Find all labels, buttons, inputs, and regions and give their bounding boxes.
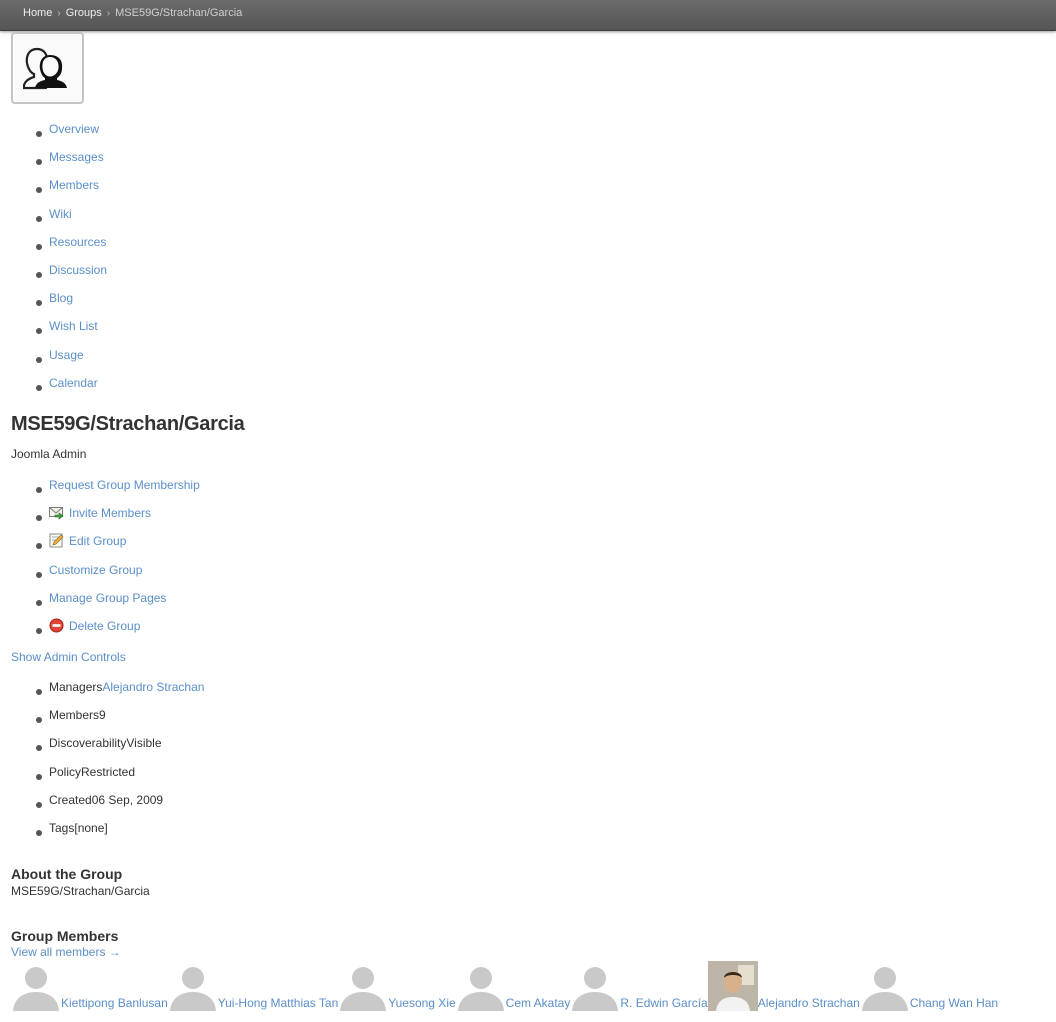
default-avatar-icon[interactable] (860, 961, 910, 1011)
meta-discoverability-label: Discoverability (49, 736, 127, 751)
nav-link-blog[interactable]: Blog (49, 291, 73, 305)
nav-item-discussion: Discussion (35, 261, 107, 289)
nav-item-resources: Resources (35, 233, 107, 261)
nav-item-usage: Usage (35, 346, 107, 374)
action-item-request: Request Group Membership (35, 476, 200, 504)
member-item: Alejandro Strachan (707, 961, 860, 1011)
member-item: Yuesong Xie (338, 961, 456, 1011)
nav-link-wish-list[interactable]: Wish List (49, 319, 98, 333)
nav-item-overview: Overview (35, 120, 107, 148)
group-actions: Request Group Membership Invite Members … (35, 476, 200, 645)
nav-link-overview[interactable]: Overview (49, 122, 99, 136)
member-item: R. Edwin García (570, 961, 708, 1011)
member-name-link[interactable]: R. Edwin García (620, 996, 707, 1010)
request-membership-link[interactable]: Request Group Membership (49, 478, 200, 492)
manage-group-pages-link[interactable]: Manage Group Pages (49, 591, 166, 605)
default-avatar-icon[interactable] (338, 961, 388, 1011)
nav-item-wish-list: Wish List (35, 317, 107, 345)
default-avatar-icon[interactable] (570, 961, 620, 1011)
nav-item-messages: Messages (35, 148, 107, 176)
nav-item-wiki: Wiki (35, 205, 107, 233)
top-bar: Home › Groups › MSE59G/Strachan/Garcia (0, 0, 1056, 31)
person-photo-icon (707, 961, 758, 1011)
group-people-icon (23, 47, 67, 90)
edit-group-label: Edit Group (69, 534, 127, 549)
nav-link-discussion[interactable]: Discussion (49, 263, 107, 277)
breadcrumb-separator: › (57, 8, 61, 19)
nav-link-resources[interactable]: Resources (49, 235, 106, 249)
meta-policy: PolicyRestricted (35, 763, 204, 791)
nav-link-usage[interactable]: Usage (49, 348, 84, 362)
member-name-link[interactable]: Alejandro Strachan (758, 996, 860, 1010)
nav-item-blog: Blog (35, 289, 107, 317)
manager-link[interactable]: Alejandro Strachan (102, 680, 204, 694)
meta-members-value: 9 (99, 708, 106, 723)
nav-link-members[interactable]: Members (49, 178, 99, 192)
customize-group-link[interactable]: Customize Group (49, 563, 142, 577)
members-list: Kiettipong Banlusan Yui-Hong Matthias Ta… (11, 961, 998, 1011)
member-name-link[interactable]: Yui-Hong Matthias Tan (218, 996, 339, 1010)
nav-item-calendar: Calendar (35, 374, 107, 402)
meta-tags-value: [none] (74, 820, 108, 835)
group-nav: Overview Messages Members Wiki Resources… (35, 120, 107, 402)
action-item-invite: Invite Members (35, 504, 200, 532)
invite-envelope-icon (49, 507, 64, 520)
meta-created-value: 06 Sep, 2009 (91, 792, 164, 807)
group-owner: Joomla Admin (11, 447, 87, 461)
default-avatar-icon[interactable] (168, 961, 218, 1011)
meta-managers-label: Managers (49, 680, 103, 694)
breadcrumb-groups[interactable]: Groups (66, 7, 102, 19)
meta-tags-label: Tags (49, 820, 75, 835)
meta-policy-value: Restricted (81, 764, 136, 779)
view-all-members-link[interactable]: View all members → (11, 945, 121, 959)
breadcrumb-current: MSE59G/Strachan/Garcia (115, 7, 243, 19)
meta-managers: ManagersAlejandro Strachan (35, 678, 204, 706)
meta-discoverability: DiscoverabilityVisible (35, 734, 204, 762)
about-heading: About the Group (11, 866, 123, 882)
nav-link-wiki[interactable]: Wiki (49, 207, 72, 221)
member-name-link[interactable]: Yuesong Xie (388, 996, 455, 1010)
group-logo (11, 32, 84, 104)
action-item-manage-pages: Manage Group Pages (35, 589, 200, 617)
breadcrumb: Home › Groups › MSE59G/Strachan/Garcia (23, 7, 242, 19)
action-item-edit: Edit Group (35, 532, 200, 560)
default-avatar-icon[interactable] (456, 961, 506, 1011)
member-item: Cem Akatay (456, 961, 571, 1011)
action-item-customize: Customize Group (35, 561, 200, 589)
delete-stop-icon (49, 618, 64, 633)
member-name-link[interactable]: Cem Akatay (506, 996, 571, 1010)
meta-discoverability-value: Visible (126, 736, 162, 751)
breadcrumb-separator: › (106, 8, 111, 19)
meta-policy-label: Policy (49, 764, 82, 779)
member-name-link[interactable]: Chang Wan Han (910, 996, 998, 1010)
meta-created: Created06 Sep, 2009 (35, 791, 204, 819)
delete-group-link[interactable]: Delete Group (49, 618, 141, 633)
meta-members: Members9 (35, 706, 204, 734)
default-avatar-icon[interactable] (11, 961, 61, 1011)
group-meta: ManagersAlejandro Strachan Members9 Disc… (35, 678, 204, 847)
edit-pencil-icon (49, 533, 64, 548)
nav-item-members: Members (35, 176, 107, 204)
meta-created-label: Created (49, 792, 92, 807)
member-item: Chang Wan Han (860, 961, 998, 1011)
action-item-delete: Delete Group (35, 617, 200, 645)
delete-group-label: Delete Group (69, 618, 141, 633)
group-members-heading: Group Members (11, 928, 119, 944)
invite-members-link[interactable]: Invite Members (49, 506, 151, 520)
meta-tags: Tags[none] (35, 819, 204, 847)
member-item: Kiettipong Banlusan (11, 961, 168, 1011)
about-text: MSE59G/Strachan/Garcia (11, 884, 150, 898)
nav-link-messages[interactable]: Messages (49, 150, 104, 164)
meta-members-label: Members (49, 708, 100, 723)
edit-group-link[interactable]: Edit Group (49, 533, 127, 549)
member-photo[interactable] (707, 961, 758, 1011)
page-title: MSE59G/Strachan/Garcia (11, 413, 245, 435)
show-admin-controls-link[interactable]: Show Admin Controls (11, 650, 126, 664)
member-name-link[interactable]: Kiettipong Banlusan (61, 996, 168, 1010)
breadcrumb-home[interactable]: Home (23, 7, 52, 19)
member-item: Yui-Hong Matthias Tan (168, 961, 339, 1011)
invite-members-label: Invite Members (69, 506, 152, 521)
nav-link-calendar[interactable]: Calendar (49, 376, 98, 390)
